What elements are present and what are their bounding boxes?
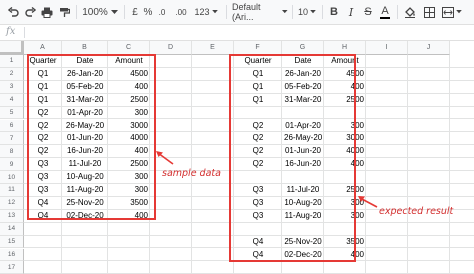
column-header-g[interactable]: G	[282, 41, 324, 55]
toolbar-separator	[76, 5, 77, 19]
toolbar-separator	[226, 5, 227, 19]
bold-button[interactable]: B	[328, 3, 340, 21]
toolbar-separator	[322, 5, 323, 19]
row-header-16[interactable]: 16	[0, 248, 24, 262]
decrease-decimal-button[interactable]: .0	[155, 3, 169, 21]
toolbar-separator	[124, 5, 125, 19]
percent-button[interactable]: %	[143, 3, 153, 21]
row-header-17[interactable]: 17	[0, 261, 24, 274]
zoom-select[interactable]: 100%	[82, 3, 118, 21]
column-header-h[interactable]: H	[324, 41, 366, 55]
chevron-down-icon	[310, 10, 316, 14]
merge-cells-icon[interactable]	[441, 3, 463, 21]
more-formats-button[interactable]: 123	[193, 3, 219, 21]
column-header-i[interactable]: I	[366, 41, 408, 55]
row-header-6[interactable]: 6	[0, 119, 24, 133]
text-color-button[interactable]: A	[379, 3, 391, 21]
chevron-down-icon	[211, 10, 218, 14]
redo-icon[interactable]	[23, 3, 37, 21]
sample-data-highlight	[27, 54, 156, 220]
column-header-d[interactable]: D	[150, 41, 192, 55]
row-header-12[interactable]: 12	[0, 196, 24, 210]
fx-icon: fx	[6, 26, 16, 37]
toolbar-separator	[292, 5, 293, 19]
column-header-a[interactable]: A	[24, 41, 62, 55]
row-header-15[interactable]: 15	[0, 235, 24, 249]
grid-line	[407, 55, 408, 274]
borders-icon[interactable]	[422, 3, 436, 21]
expected-result-label: expected result	[379, 206, 454, 217]
chevron-down-icon	[282, 10, 288, 14]
print-icon[interactable]	[40, 3, 54, 21]
row-header-9[interactable]: 9	[0, 158, 24, 172]
font-family-select[interactable]: Default (Ari...	[232, 2, 288, 22]
column-header-j[interactable]: J	[408, 41, 450, 55]
undo-icon[interactable]	[6, 3, 20, 21]
sample-arrow-icon	[156, 151, 174, 165]
column-header-e[interactable]: E	[192, 41, 234, 55]
grid-line	[191, 55, 192, 274]
italic-button[interactable]: I	[345, 3, 357, 21]
chevron-down-icon	[456, 10, 462, 14]
toolbar-separator	[397, 5, 398, 19]
zoom-value: 100%	[82, 6, 108, 18]
paint-format-icon[interactable]	[57, 3, 71, 21]
row-header-13[interactable]: 13	[0, 209, 24, 223]
row-header-14[interactable]: 14	[0, 222, 24, 236]
fill-color-icon[interactable]	[403, 3, 417, 21]
row-header-7[interactable]: 7	[0, 132, 24, 146]
formula-bar-separator	[24, 27, 25, 38]
sample-data-label: sample data	[162, 168, 221, 179]
row-header-11[interactable]: 11	[0, 184, 24, 197]
font-size-select[interactable]: 10	[297, 3, 317, 21]
toolbar: 100% £ % .0 .00 123 Default (Ari... 10 B…	[0, 0, 474, 25]
currency-button[interactable]: £	[130, 3, 140, 21]
increase-decimal-button[interactable]: .00	[172, 3, 190, 21]
strikethrough-button[interactable]: S	[362, 3, 374, 21]
row-header-1[interactable]: 1	[0, 55, 24, 68]
row-header-10[interactable]: 10	[0, 171, 24, 184]
row-header-8[interactable]: 8	[0, 145, 24, 159]
row-header-5[interactable]: 5	[0, 106, 24, 120]
column-header-f[interactable]: F	[234, 41, 282, 55]
formula-bar: fx	[0, 25, 474, 41]
column-header-c[interactable]: C	[108, 41, 150, 55]
result-arrow-icon	[358, 196, 378, 208]
chevron-down-icon	[110, 9, 118, 14]
row-header-3[interactable]: 3	[0, 80, 24, 94]
row-header-2[interactable]: 2	[0, 67, 24, 81]
select-all-corner[interactable]	[0, 41, 24, 55]
column-header-b[interactable]: B	[62, 41, 108, 55]
formula-input[interactable]	[30, 27, 470, 38]
expected-result-highlight	[229, 54, 356, 262]
text-color-swatch	[380, 16, 390, 19]
row-header-4[interactable]: 4	[0, 93, 24, 107]
grid-line	[449, 55, 450, 274]
